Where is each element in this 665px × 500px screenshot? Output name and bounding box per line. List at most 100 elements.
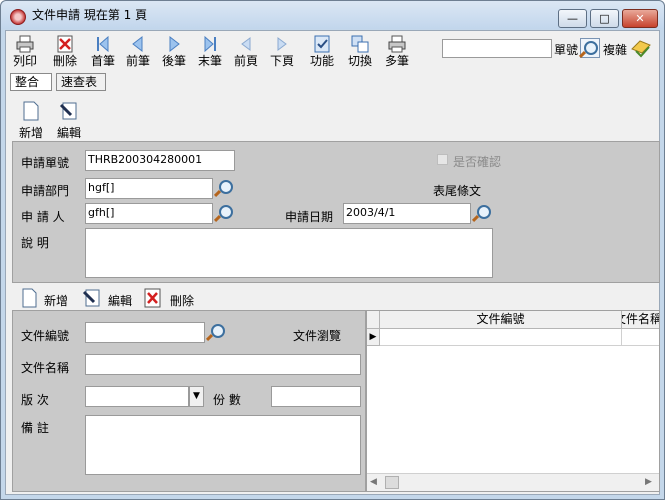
edit-icon bbox=[82, 289, 100, 307]
doc-lookup-icon[interactable] bbox=[211, 324, 225, 338]
next-page-label: 下頁 bbox=[269, 54, 294, 68]
detail-delete-button[interactable]: 刪除 bbox=[144, 288, 204, 310]
grid-header-doc-no[interactable]: 文件編號 bbox=[380, 311, 622, 329]
confirm-checkbox[interactable] bbox=[437, 154, 448, 165]
dept-field[interactable]: hgf[] bbox=[85, 178, 213, 199]
first-label: 首筆 bbox=[90, 54, 115, 68]
print-label: 列印 bbox=[12, 54, 37, 68]
detail-edit-label: 編輯 bbox=[108, 294, 133, 308]
remark-field[interactable] bbox=[85, 415, 361, 475]
app-window: 文件申請 現在第 1 頁 — □ ✕ 列印 刪除 首筆 前筆 後筆 末筆 前頁 … bbox=[0, 0, 665, 500]
printer-icon bbox=[388, 35, 406, 53]
chevron-down-icon[interactable]: ▼ bbox=[189, 386, 204, 407]
new-document-icon bbox=[23, 101, 39, 121]
minimize-button[interactable]: — bbox=[558, 9, 587, 28]
edit-label: 編輯 bbox=[56, 126, 81, 140]
tab-quick-table[interactable]: 速查表 bbox=[56, 73, 106, 91]
copies-label: 份 數 bbox=[213, 393, 241, 407]
last-record-button[interactable]: 末筆 bbox=[195, 34, 225, 74]
copies-field[interactable] bbox=[271, 386, 361, 407]
close-button[interactable]: ✕ bbox=[622, 9, 658, 28]
grid-cell[interactable] bbox=[380, 329, 622, 346]
tab-integrated[interactable]: 整合 bbox=[10, 73, 52, 91]
window-title: 文件申請 現在第 1 頁 bbox=[32, 8, 148, 22]
add-label: 新增 bbox=[18, 126, 43, 140]
switch-icon bbox=[351, 35, 369, 53]
prev-page-button[interactable]: 前頁 bbox=[231, 34, 261, 74]
row-indicator-icon[interactable]: ▶ bbox=[367, 329, 380, 346]
first-icon bbox=[97, 35, 109, 53]
last-icon bbox=[204, 35, 216, 53]
delete-icon bbox=[144, 288, 161, 308]
search-label: 單號 bbox=[554, 43, 579, 57]
date-field[interactable]: 2003/4/1 bbox=[343, 203, 471, 224]
footer-clause-label: 表尾條文 bbox=[433, 184, 482, 198]
apply-no-label: 申請單號 bbox=[21, 156, 70, 170]
horizontal-scrollbar[interactable]: ◀ ▶ bbox=[367, 473, 659, 491]
doc-name-label: 文件名稱 bbox=[21, 361, 70, 375]
grid-header-doc-name[interactable]: 文件名稱 bbox=[622, 311, 659, 329]
prev-label: 前筆 bbox=[125, 54, 150, 68]
multi-record-button[interactable]: 多筆 bbox=[382, 34, 412, 74]
switch-label: 切換 bbox=[347, 54, 372, 68]
add-button[interactable]: 新增 bbox=[16, 101, 46, 140]
grid-cell[interactable] bbox=[622, 329, 659, 346]
prev-record-button[interactable]: 前筆 bbox=[123, 34, 153, 74]
function-label: 功能 bbox=[309, 54, 334, 68]
version-label: 版 次 bbox=[21, 393, 49, 407]
title-bar[interactable]: 文件申請 現在第 1 頁 — □ ✕ bbox=[1, 1, 664, 29]
doc-name-field[interactable] bbox=[85, 354, 361, 375]
confirm-label: 是否確認 bbox=[453, 155, 502, 169]
detail-add-label: 新增 bbox=[44, 294, 69, 308]
next-page-icon bbox=[277, 37, 287, 51]
client-area: 列印 刪除 首筆 前筆 後筆 末筆 前頁 下頁 功能 切換 多筆 單號 複雜 整… bbox=[5, 30, 660, 495]
next-record-button[interactable]: 後筆 bbox=[159, 34, 189, 74]
version-select[interactable] bbox=[85, 386, 189, 407]
desc-label: 說 明 bbox=[21, 236, 49, 250]
arrow-left-icon bbox=[132, 35, 143, 53]
prev-page-label: 前頁 bbox=[233, 54, 258, 68]
search-input[interactable] bbox=[442, 39, 552, 58]
search-icon bbox=[584, 41, 598, 55]
switch-button[interactable]: 切換 bbox=[345, 34, 375, 74]
apply-no-field[interactable]: THRB200304280001 bbox=[85, 150, 235, 171]
date-picker-icon[interactable] bbox=[477, 205, 491, 219]
maximize-button[interactable]: □ bbox=[590, 9, 619, 28]
last-label: 末筆 bbox=[197, 54, 222, 68]
new-document-icon bbox=[22, 288, 37, 308]
edit-button[interactable]: 編輯 bbox=[54, 101, 84, 140]
applicant-label: 申 請 人 bbox=[21, 210, 65, 224]
arrow-right-icon bbox=[169, 35, 180, 53]
desc-field[interactable] bbox=[85, 228, 493, 278]
function-button[interactable]: 功能 bbox=[307, 34, 337, 74]
detail-form-panel: 文件編號 文件瀏覽 文件名稱 版 次 ▼ 份 數 備 註 bbox=[12, 310, 366, 492]
prev-page-icon bbox=[241, 37, 251, 51]
grid-corner bbox=[367, 311, 380, 329]
master-form-panel: 申請單號 THRB200304280001 是否確認 申請部門 hgf[] 表尾… bbox=[12, 141, 660, 283]
detail-add-button[interactable]: 新增 bbox=[22, 288, 82, 310]
document-grid[interactable]: 文件編號 文件名稱 ▶ ◀ ▶ bbox=[366, 310, 660, 492]
applicant-lookup-icon[interactable] bbox=[219, 205, 233, 219]
doc-browse-label[interactable]: 文件瀏覽 bbox=[293, 327, 341, 344]
first-record-button[interactable]: 首筆 bbox=[88, 34, 118, 74]
complex-label: 複雜 bbox=[603, 43, 628, 57]
detail-delete-label: 刪除 bbox=[170, 294, 195, 308]
date-label: 申請日期 bbox=[285, 210, 334, 224]
scroll-left-icon[interactable]: ◀ bbox=[370, 477, 377, 487]
detail-edit-button[interactable]: 編輯 bbox=[82, 288, 142, 310]
next-label: 後筆 bbox=[161, 54, 186, 68]
search-button[interactable] bbox=[580, 38, 600, 58]
applicant-field[interactable]: gfh[] bbox=[85, 203, 213, 224]
next-page-button[interactable]: 下頁 bbox=[267, 34, 297, 74]
print-button[interactable]: 列印 bbox=[10, 34, 40, 74]
complex-search-icon[interactable] bbox=[630, 37, 652, 59]
doc-no-field[interactable] bbox=[85, 322, 205, 343]
app-icon bbox=[10, 9, 26, 25]
delete-button[interactable]: 刪除 bbox=[50, 34, 80, 74]
multi-label: 多筆 bbox=[384, 54, 409, 68]
remark-label: 備 註 bbox=[21, 421, 49, 435]
dept-lookup-icon[interactable] bbox=[219, 180, 233, 194]
scroll-right-icon[interactable]: ▶ bbox=[645, 477, 652, 487]
scrollbar-thumb[interactable] bbox=[385, 476, 399, 489]
printer-icon bbox=[16, 35, 34, 53]
